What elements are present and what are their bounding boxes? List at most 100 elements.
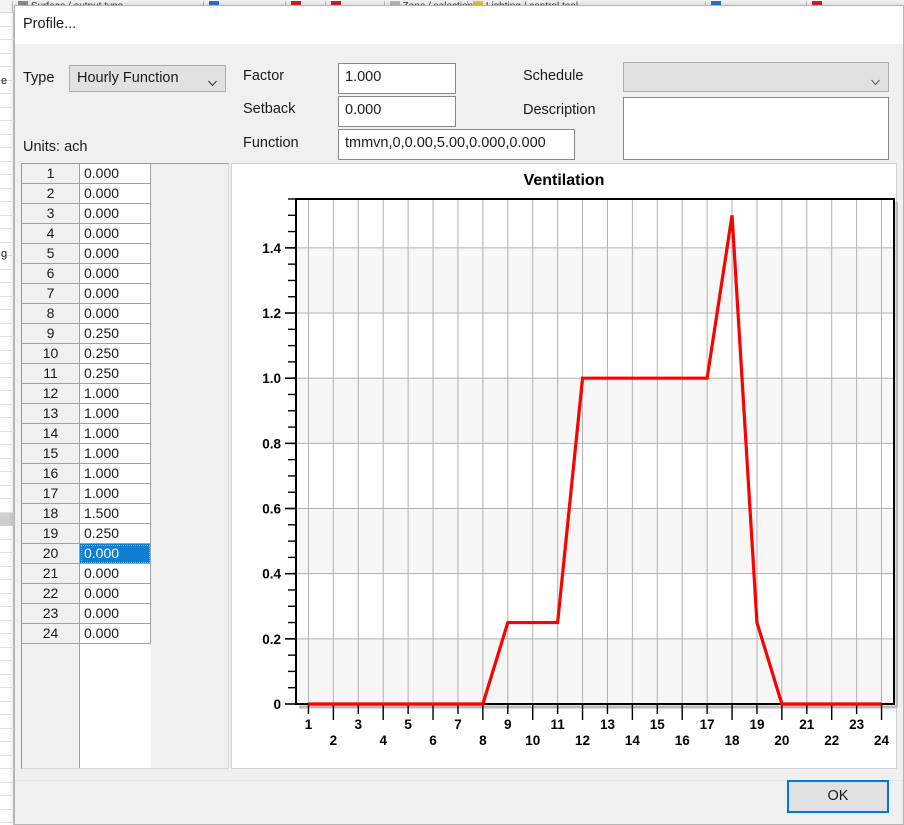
background-list-row[interactable] xyxy=(0,229,14,243)
background-list-row-selected[interactable] xyxy=(0,512,14,526)
table-row-hour[interactable]: 21 xyxy=(22,564,80,584)
background-list-row[interactable] xyxy=(0,364,14,378)
table-cell-value[interactable]: 0.000 xyxy=(80,284,151,304)
table-row[interactable]: 5 0.000 xyxy=(22,244,228,264)
table-row[interactable]: 6 0.000 xyxy=(22,264,228,284)
background-list-row[interactable] xyxy=(0,13,14,27)
table-cell-value[interactable]: 0.000 xyxy=(80,564,151,584)
background-list-row[interactable] xyxy=(0,783,14,796)
background-list-row[interactable] xyxy=(0,594,14,607)
ok-button[interactable]: OK xyxy=(787,780,889,813)
table-row[interactable]: 16 1.000 xyxy=(22,464,228,484)
background-list-row[interactable] xyxy=(0,459,14,472)
table-cell-value[interactable]: 0.000 xyxy=(80,604,151,624)
table-cell-value[interactable]: 0.250 xyxy=(80,364,151,384)
background-list-row[interactable] xyxy=(0,810,14,823)
function-input[interactable]: tmmvn,0,0.00,5.00,0.000,0.000 xyxy=(338,129,575,160)
background-list-row[interactable] xyxy=(0,40,14,54)
table-row[interactable]: 20 0.000 xyxy=(22,544,228,564)
table-row[interactable]: 11 0.250 xyxy=(22,364,228,384)
table-row[interactable]: 13 1.000 xyxy=(22,404,228,424)
table-row[interactable]: 7 0.000 xyxy=(22,284,228,304)
background-list-row[interactable] xyxy=(0,121,14,135)
table-row-hour[interactable]: 17 xyxy=(22,484,80,504)
table-cell-value[interactable]: 0.250 xyxy=(80,324,151,344)
table-row-hour[interactable]: 11 xyxy=(22,364,80,384)
table-row-hour[interactable]: 23 xyxy=(22,604,80,624)
background-list-row[interactable] xyxy=(0,688,14,702)
table-row-hour[interactable]: 13 xyxy=(22,404,80,424)
table-cell-value[interactable]: 0.000 xyxy=(80,184,151,204)
table-row[interactable]: 23 0.000 xyxy=(22,604,228,624)
background-list-row[interactable] xyxy=(0,486,14,499)
table-row[interactable]: 18 1.500 xyxy=(22,504,228,524)
table-row-hour[interactable]: 2 xyxy=(22,184,80,204)
table-cell-value[interactable]: 0.000 xyxy=(80,304,151,324)
background-list-row[interactable] xyxy=(0,553,14,567)
table-row[interactable]: 12 1.000 xyxy=(22,384,228,404)
background-list-row[interactable] xyxy=(0,270,14,283)
background-list-row[interactable] xyxy=(0,675,14,688)
table-row[interactable]: 21 0.000 xyxy=(22,564,228,584)
table-row[interactable]: 14 1.000 xyxy=(22,424,228,444)
table-row-hour[interactable]: 12 xyxy=(22,384,80,404)
table-row[interactable]: 1 0.000 xyxy=(22,164,228,184)
background-list-row[interactable] xyxy=(0,135,14,148)
background-list-row[interactable] xyxy=(0,445,14,459)
description-textarea[interactable] xyxy=(623,97,889,160)
background-list-row[interactable] xyxy=(0,378,14,391)
background-list-row[interactable] xyxy=(0,297,14,310)
background-list-row[interactable] xyxy=(0,796,14,810)
table-row-hour[interactable]: 10 xyxy=(22,344,80,364)
background-list-row[interactable] xyxy=(0,621,14,634)
table-cell-value[interactable]: 0.000 xyxy=(80,224,151,244)
table-row[interactable]: 2 0.000 xyxy=(22,184,228,204)
table-cell-value[interactable]: 0.000 xyxy=(80,584,151,604)
background-list-row[interactable] xyxy=(0,418,14,432)
table-cell-value[interactable]: 1.000 xyxy=(80,424,151,444)
type-combobox[interactable]: Hourly Function xyxy=(69,65,226,92)
background-list-row[interactable] xyxy=(0,634,14,648)
background-list-row[interactable] xyxy=(0,742,14,756)
table-row-hour[interactable]: 7 xyxy=(22,284,80,304)
background-list-row[interactable] xyxy=(0,175,14,189)
background-list-row[interactable] xyxy=(0,702,14,715)
table-cell-value[interactable]: 0.250 xyxy=(80,524,151,544)
factor-input[interactable]: 1.000 xyxy=(338,63,456,94)
table-row[interactable]: 22 0.000 xyxy=(22,584,228,604)
table-cell-value[interactable]: 0.000 xyxy=(80,204,151,224)
background-list-row[interactable] xyxy=(0,324,14,337)
table-row-hour[interactable]: 4 xyxy=(22,224,80,244)
background-list-row[interactable] xyxy=(0,567,14,580)
background-list-row[interactable] xyxy=(0,661,14,675)
background-list-row[interactable] xyxy=(0,283,14,297)
table-row-hour[interactable]: 14 xyxy=(22,424,80,444)
table-row-hour[interactable]: 6 xyxy=(22,264,80,284)
table-row[interactable]: 19 0.250 xyxy=(22,524,228,544)
background-list-row[interactable] xyxy=(0,729,14,742)
background-list-row[interactable] xyxy=(0,148,14,162)
table-row[interactable]: 15 1.000 xyxy=(22,444,228,464)
background-list-row[interactable] xyxy=(0,391,14,405)
background-list-row[interactable] xyxy=(0,189,14,202)
background-list-row[interactable] xyxy=(0,108,14,121)
background-list-row[interactable] xyxy=(0,432,14,445)
background-list-row[interactable] xyxy=(0,216,14,229)
table-row[interactable]: 8 0.000 xyxy=(22,304,228,324)
table-cell-value[interactable]: 0.000 xyxy=(80,264,151,284)
background-list-row[interactable] xyxy=(0,351,14,364)
table-row-hour[interactable]: 5 xyxy=(22,244,80,264)
table-cell-value[interactable]: 1.000 xyxy=(80,444,151,464)
table-row-hour[interactable]: 24 xyxy=(22,624,80,644)
table-row-hour[interactable]: 8 xyxy=(22,304,80,324)
table-cell-value-selected[interactable]: 0.000 xyxy=(80,544,151,564)
background-list-row[interactable] xyxy=(0,472,14,486)
background-list-row[interactable] xyxy=(0,769,14,783)
background-list-row[interactable] xyxy=(0,310,14,324)
table-row-hour[interactable]: 22 xyxy=(22,584,80,604)
hourly-values-table[interactable]: 1 0.000 2 0.000 3 0.000 4 0.000 5 0.000 6 0.000 7 0.0… xyxy=(21,163,229,769)
background-list-row[interactable] xyxy=(0,162,14,175)
background-list-row[interactable] xyxy=(0,54,14,67)
background-list-row[interactable] xyxy=(0,715,14,729)
table-row[interactable]: 10 0.250 xyxy=(22,344,228,364)
